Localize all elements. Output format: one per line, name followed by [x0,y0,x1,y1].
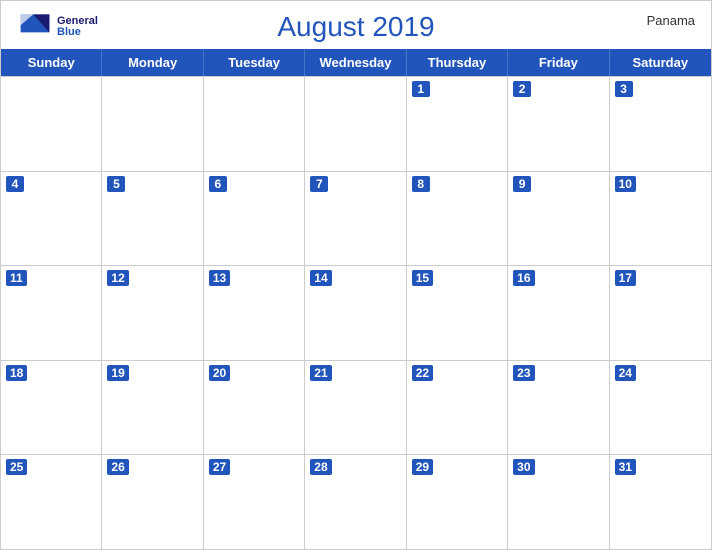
day-cell: 13 [204,266,305,360]
day-cell: 8 [407,172,508,266]
day-cell: 3 [610,77,711,171]
day-cell: 12 [102,266,203,360]
day-number: 11 [6,270,27,286]
logo-area: General Blue [17,9,98,45]
day-cell: 4 [1,172,102,266]
day-cell: 22 [407,361,508,455]
day-header-saturday: Saturday [610,49,711,76]
day-cell: 26 [102,455,203,549]
day-cell: 31 [610,455,711,549]
day-number: 29 [412,459,433,475]
day-header-tuesday: Tuesday [204,49,305,76]
day-cell: 5 [102,172,203,266]
day-cell: 24 [610,361,711,455]
day-cell [1,77,102,171]
day-number: 13 [209,270,230,286]
day-cell [102,77,203,171]
day-header-monday: Monday [102,49,203,76]
day-cell: 6 [204,172,305,266]
day-number: 16 [513,270,534,286]
generalblue-logo-icon [17,9,53,45]
day-cell: 29 [407,455,508,549]
week-row-1: 1 2 3 [1,76,711,171]
logo-blue-text: Blue [57,27,81,38]
week-row-3: 11 12 13 14 15 16 17 [1,265,711,360]
day-header-sunday: Sunday [1,49,102,76]
calendar-header: General Blue August 2019 Panama [1,1,711,49]
day-header-wednesday: Wednesday [305,49,406,76]
day-number: 30 [513,459,534,475]
day-number: 3 [615,81,633,97]
day-cell: 18 [1,361,102,455]
day-cell: 21 [305,361,406,455]
week-row-5: 25 26 27 28 29 30 31 [1,454,711,549]
day-number: 26 [107,459,128,475]
day-cell: 15 [407,266,508,360]
day-number: 2 [513,81,531,97]
day-number: 20 [209,365,230,381]
day-cell: 14 [305,266,406,360]
day-number: 22 [412,365,433,381]
day-cell: 9 [508,172,609,266]
day-number: 12 [107,270,128,286]
calendar-grid: SundayMondayTuesdayWednesdayThursdayFrid… [1,49,711,549]
day-number: 19 [107,365,128,381]
day-cell: 28 [305,455,406,549]
day-number: 10 [615,176,636,192]
day-header-thursday: Thursday [407,49,508,76]
week-row-2: 4 5 6 7 8 9 10 [1,171,711,266]
day-number: 24 [615,365,636,381]
weeks-container: 1234567891011121314151617181920212223242… [1,76,711,549]
day-cell: 16 [508,266,609,360]
day-number: 15 [412,270,433,286]
day-number: 23 [513,365,534,381]
day-number: 18 [6,365,27,381]
calendar: General Blue August 2019 Panama SundayMo… [0,0,712,550]
day-cell: 2 [508,77,609,171]
day-header-friday: Friday [508,49,609,76]
day-number: 7 [310,176,328,192]
day-number: 27 [209,459,230,475]
day-number: 1 [412,81,430,97]
day-cell [204,77,305,171]
day-cell [305,77,406,171]
country-label: Panama [647,13,695,28]
day-cell: 23 [508,361,609,455]
logo-text: General Blue [57,16,98,38]
day-number: 5 [107,176,125,192]
day-number: 17 [615,270,636,286]
day-cell: 1 [407,77,508,171]
day-number: 14 [310,270,331,286]
day-number: 28 [310,459,331,475]
day-cell: 20 [204,361,305,455]
day-cell: 11 [1,266,102,360]
day-cell: 25 [1,455,102,549]
day-number: 25 [6,459,27,475]
day-headers-row: SundayMondayTuesdayWednesdayThursdayFrid… [1,49,711,76]
day-cell: 10 [610,172,711,266]
day-number: 31 [615,459,636,475]
day-number: 4 [6,176,24,192]
day-number: 21 [310,365,331,381]
day-cell: 30 [508,455,609,549]
day-number: 6 [209,176,227,192]
day-number: 9 [513,176,531,192]
day-cell: 19 [102,361,203,455]
week-row-4: 18 19 20 21 22 23 24 [1,360,711,455]
calendar-title: August 2019 [277,11,434,43]
day-cell: 27 [204,455,305,549]
day-number: 8 [412,176,430,192]
day-cell: 7 [305,172,406,266]
day-cell: 17 [610,266,711,360]
